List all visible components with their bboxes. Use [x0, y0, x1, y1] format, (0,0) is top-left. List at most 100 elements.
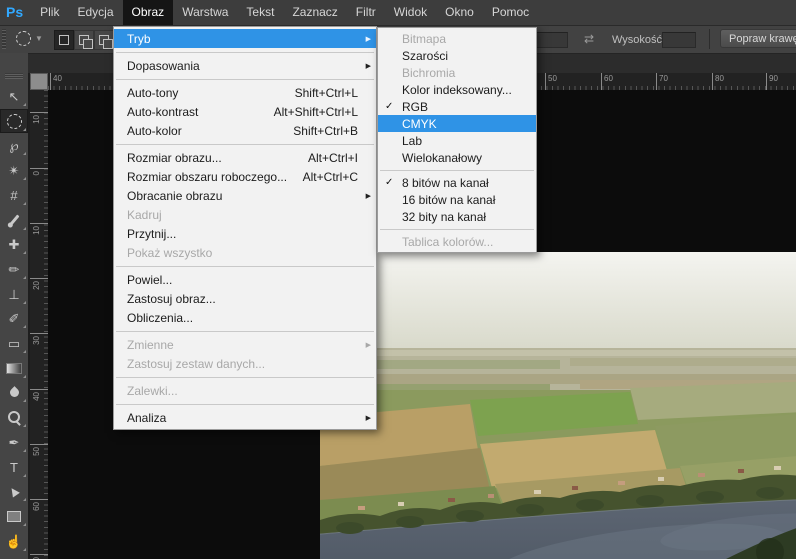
menu-item-label: Obracanie obrazu	[127, 189, 222, 203]
menu-item-zastosuj-zestaw-danych[interactable]: Zastosuj zestaw danych...	[114, 354, 376, 373]
menu-item-rozmiar-obszaru-roboczego[interactable]: Rozmiar obszaru roboczego...Alt+Ctrl+C	[114, 167, 376, 186]
menu-item-rozmiar-obrazu[interactable]: Rozmiar obrazu...Alt+Ctrl+I	[114, 148, 376, 167]
submenu-item-tablica-kolorow[interactable]: Tablica kolorów...	[378, 233, 536, 250]
elliptical-marquee-tool[interactable]	[0, 109, 28, 133]
history-brush-tool[interactable]: ✐	[0, 306, 28, 330]
menu-item-analiza[interactable]: Analiza▶	[114, 408, 376, 427]
menubar-item-plik[interactable]: Plik	[31, 0, 68, 25]
vertical-ruler[interactable]: 10010203040506070	[30, 90, 48, 559]
menubar-item-warstwa[interactable]: Warstwa	[173, 0, 237, 25]
menu-item-obliczenia[interactable]: Obliczenia...	[114, 308, 376, 327]
submenu-item-lab[interactable]: Lab	[378, 132, 536, 149]
magic-wand-tool[interactable]: ✴	[0, 158, 28, 182]
submenu-separator	[378, 225, 536, 233]
menubar-item-edycja[interactable]: Edycja	[68, 0, 122, 25]
swap-dimensions-icon[interactable]: ⇄	[584, 32, 594, 46]
menubar-items: PlikEdycjaObrazWarstwaTekstZaznaczFiltrW…	[31, 0, 538, 25]
h-ruler-label: 80	[712, 73, 724, 90]
new-selection-button[interactable]	[54, 30, 74, 50]
lasso-tool[interactable]: ℘	[0, 133, 28, 157]
crop-tool[interactable]: #	[0, 183, 28, 207]
aerial-lake-photo	[320, 252, 796, 559]
menu-item-auto-kolor[interactable]: Auto-kolorShift+Ctrl+B	[114, 121, 376, 140]
type-tool[interactable]: T	[0, 455, 28, 479]
move-tool[interactable]: ↖	[0, 84, 28, 108]
path-selection-tool[interactable]: ▶	[0, 479, 28, 503]
submenu-item-bichromia[interactable]: Bichromia	[378, 64, 536, 81]
type-icon: T	[10, 461, 18, 474]
menu-item-auto-tony[interactable]: Auto-tonyShift+Ctrl+L	[114, 83, 376, 102]
obraz-menu: Tryb▶Dopasowania▶Auto-tonyShift+Ctrl+LAu…	[113, 26, 377, 430]
menu-item-przytnij[interactable]: Przytnij...	[114, 224, 376, 243]
menu-separator	[114, 75, 376, 83]
canvas-photo[interactable]	[320, 252, 796, 559]
move-icon: ↖	[9, 90, 20, 103]
tool-preset-picker[interactable]: ▼	[16, 31, 43, 46]
dodge-tool[interactable]	[0, 405, 28, 429]
menubar-item-zaznacz[interactable]: Zaznacz	[283, 0, 346, 25]
menubar-item-filtr[interactable]: Filtr	[347, 0, 385, 25]
menu-item-powiel[interactable]: Powiel...	[114, 270, 376, 289]
submenu-item-rgb[interactable]: ✓RGB	[378, 98, 536, 115]
submenu-item-8-bitow-na-kanal[interactable]: ✓8 bitów na kanał	[378, 174, 536, 191]
menu-item-kadruj[interactable]: Kadruj	[114, 205, 376, 224]
submenu-item-wielokanalowy[interactable]: Wielokanałowy	[378, 149, 536, 166]
rectangle-tool[interactable]	[0, 504, 28, 528]
new-selection-icon	[59, 35, 69, 45]
menu-separator	[114, 373, 376, 381]
gradient-tool[interactable]	[0, 356, 28, 380]
menubar-item-okno[interactable]: Okno	[436, 0, 483, 25]
submenu-item-cmyk[interactable]: CMYK	[378, 115, 536, 132]
lasso-icon: ℘	[9, 139, 18, 152]
pen-tool[interactable]: ✒	[0, 430, 28, 454]
hand-icon: ☝	[6, 535, 22, 548]
menu-separator	[114, 262, 376, 270]
chevron-down-icon: ▼	[35, 34, 43, 43]
menu-item-pokaz-wszystko[interactable]: Pokaż wszystko	[114, 243, 376, 262]
menu-separator	[114, 400, 376, 408]
submenu-item-bitmapa[interactable]: Bitmapa	[378, 30, 536, 47]
toolbox-grip	[5, 73, 23, 79]
hand-tool[interactable]: ☝	[0, 529, 28, 553]
add-to-selection-button[interactable]	[74, 30, 94, 50]
brush-tool[interactable]: ✏	[0, 257, 28, 281]
submenu-item-32-bity-na-kanal[interactable]: 32 bity na kanał	[378, 208, 536, 225]
zoom-tool[interactable]	[0, 553, 28, 559]
menubar-item-tekst[interactable]: Tekst	[237, 0, 283, 25]
blur-tool[interactable]	[0, 380, 28, 404]
refine-edge-button[interactable]: Popraw krawędź...	[720, 29, 796, 48]
eyedropper-icon	[9, 214, 19, 225]
menu-item-label: Bitmapa	[402, 32, 446, 46]
v-ruler-label: 10	[30, 223, 48, 264]
menu-item-obracanie-obrazu[interactable]: Obracanie obrazu▶	[114, 186, 376, 205]
toolbox: ↖ ℘ ✴# ✚✏⊥✐▭ ✒ T ▶ ☝	[0, 53, 28, 559]
healing-brush-tool[interactable]: ✚	[0, 232, 28, 256]
menu-item-zalewki[interactable]: Zalewki...	[114, 381, 376, 400]
menu-item-zmienne[interactable]: Zmienne▶	[114, 335, 376, 354]
checkmark-icon: ✓	[385, 177, 393, 188]
v-ruler-label: 70	[30, 554, 48, 559]
menu-item-label: Powiel...	[127, 273, 172, 287]
menubar-item-widok[interactable]: Widok	[385, 0, 436, 25]
elliptical-marquee-icon	[7, 114, 22, 129]
menu-item-dopasowania[interactable]: Dopasowania▶	[114, 56, 376, 75]
menu-item-zastosuj-obraz[interactable]: Zastosuj obraz...	[114, 289, 376, 308]
menu-item-tryb[interactable]: Tryb▶	[114, 29, 376, 48]
subtract-from-selection-button[interactable]	[94, 30, 114, 50]
menubar-item-pomoc[interactable]: Pomoc	[483, 0, 538, 25]
menu-item-label: Zastosuj obraz...	[127, 292, 216, 306]
menu-item-label: Zalewki...	[127, 384, 178, 398]
tryb-submenu: BitmapaSzarościBichromiaKolor indeksowan…	[377, 27, 537, 253]
submenu-item-16-bitow-na-kanal[interactable]: 16 bitów na kanał	[378, 191, 536, 208]
width-input[interactable]	[534, 32, 568, 48]
menu-item-auto-kontrast[interactable]: Auto-kontrastAlt+Shift+Ctrl+L	[114, 102, 376, 121]
height-input[interactable]	[662, 32, 696, 48]
ruler-origin-box[interactable]	[30, 73, 48, 90]
menubar-item-obraz[interactable]: Obraz	[123, 0, 174, 25]
eyedropper-tool[interactable]	[0, 208, 28, 232]
clone-stamp-tool[interactable]: ⊥	[0, 282, 28, 306]
submenu-item-szarosci[interactable]: Szarości	[378, 47, 536, 64]
subtract-from-selection-icon	[99, 35, 109, 45]
submenu-item-kolor-indeksowany[interactable]: Kolor indeksowany...	[378, 81, 536, 98]
eraser-tool[interactable]: ▭	[0, 331, 28, 355]
